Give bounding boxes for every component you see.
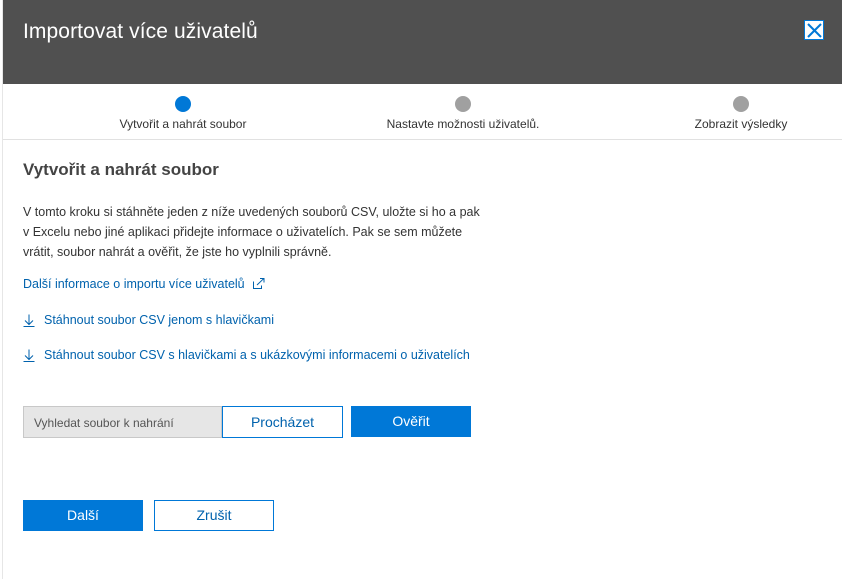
- dialog-title: Importovat více uživatelů: [23, 20, 258, 43]
- step-pending-dot: [733, 96, 749, 112]
- step-create-upload: Vytvořit a nahrát soubor: [103, 96, 263, 131]
- cancel-button[interactable]: Zrušit: [154, 500, 274, 531]
- step-label: Nastavte možnosti uživatelů.: [386, 117, 540, 131]
- step-active-dot: [175, 96, 191, 112]
- browse-button[interactable]: Procházet: [222, 406, 343, 438]
- verify-button[interactable]: Ověřit: [351, 406, 471, 437]
- close-button[interactable]: [804, 20, 824, 40]
- close-icon: [807, 23, 822, 38]
- step-label: Zobrazit výsledky: [694, 117, 788, 131]
- step-results: Zobrazit výsledky: [671, 96, 811, 131]
- more-info-label: Další informace o importu více uživatelů: [23, 277, 245, 291]
- download-example-label: Stáhnout soubor CSV s hlavičkami a s uká…: [44, 348, 470, 362]
- download-headers-link[interactable]: Stáhnout soubor CSV jenom s hlavičkami: [23, 313, 823, 327]
- download-icon: [23, 349, 35, 362]
- more-info-link[interactable]: Další informace o importu více uživatelů: [23, 277, 823, 291]
- description-line: v Excelu nebo jiné aplikaci přidejte inf…: [23, 225, 463, 239]
- description: V tomto kroku si stáhněte jeden z níže u…: [23, 202, 513, 262]
- section-title: Vytvořit a nahrát soubor: [23, 160, 219, 179]
- download-icon: [23, 314, 35, 327]
- dialog-header: Importovat více uživatelů: [3, 0, 842, 84]
- download-example-link[interactable]: Stáhnout soubor CSV s hlavičkami a s uká…: [23, 348, 823, 362]
- description-line: vrátit, soubor nahrát a ověřit, že jste …: [23, 245, 332, 259]
- step-pending-dot: [455, 96, 471, 112]
- step-label: Vytvořit a nahrát soubor: [119, 117, 247, 131]
- wizard-steps: Vytvořit a nahrát soubor Nastavte možnos…: [3, 84, 842, 140]
- file-upload-field[interactable]: Vyhledat soubor k nahrání: [23, 406, 222, 438]
- external-link-icon: [252, 278, 265, 289]
- step-user-options: Nastavte možnosti uživatelů.: [373, 96, 553, 131]
- download-headers-label: Stáhnout soubor CSV jenom s hlavičkami: [44, 313, 274, 327]
- next-button[interactable]: Další: [23, 500, 143, 531]
- main-content: Vytvořit a nahrát soubor V tomto kroku s…: [23, 160, 823, 383]
- description-line: V tomto kroku si stáhněte jeden z níže u…: [23, 205, 480, 219]
